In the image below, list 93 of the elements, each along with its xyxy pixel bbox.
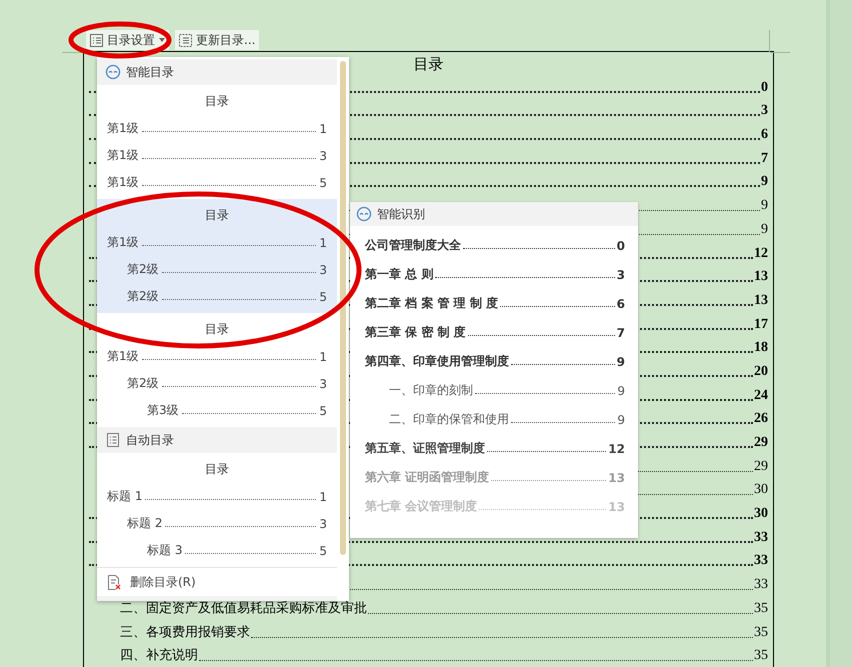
section-header: 智能目录: [126, 64, 174, 80]
page-number: 33: [754, 553, 768, 570]
toc-entry: 三、各项费用报销要求: [120, 624, 250, 640]
page-number: 7: [616, 326, 625, 340]
preview-entry: 第1级: [107, 348, 139, 365]
page-number: 18: [754, 340, 768, 356]
section-header: 自动目录: [126, 432, 174, 448]
toc-style-option[interactable]: 目录 标题 1 1 标题 2 3 标题 3 5: [97, 453, 337, 567]
page-number: 3: [319, 148, 327, 162]
page-number: 0: [761, 80, 768, 96]
page-number: 3: [616, 268, 625, 282]
toc-entry: 二、印章的保管和使用: [389, 411, 509, 428]
list-icon: [179, 34, 192, 46]
page-number: 7: [761, 150, 768, 167]
preview-entry: 标题 2: [127, 515, 162, 532]
toc-entry: 一、印章的刻制: [389, 382, 473, 399]
page-number: 3: [319, 376, 327, 390]
document-title: 目录: [414, 54, 444, 75]
preview-entry: 第2级: [127, 375, 159, 392]
page-number: 6: [616, 296, 625, 310]
toc-entry: 第七章 会议管理制度: [365, 498, 478, 515]
page-number: 13: [608, 500, 625, 514]
page-number: 0: [616, 238, 625, 252]
page-number: 3: [319, 516, 327, 530]
toc-entry: 第一章 总 则: [365, 266, 434, 283]
toolbar-button[interactable]: 更新目录...: [175, 30, 260, 50]
page-number: 35: [754, 648, 768, 664]
toc-entry: 第三章 保 密 制 度: [365, 324, 466, 341]
preview-entry: 第1级: [107, 120, 139, 137]
page-number: 9: [761, 198, 768, 214]
preview-entry: 第1级: [107, 147, 139, 164]
delete-document-icon: [106, 574, 122, 590]
page-number: 5: [319, 176, 327, 190]
page-number: 9: [761, 174, 768, 190]
preview-entry: 第2级: [127, 261, 159, 278]
smart-icon: [356, 206, 372, 222]
page-number: 5: [319, 544, 327, 558]
page-number: 20: [754, 364, 768, 380]
page-number: 29: [754, 435, 768, 451]
preview-entry: 第2级: [127, 288, 159, 305]
list-icon: [90, 34, 103, 46]
toc-entry: 第二章 档 案 管 理 制 度: [365, 295, 498, 312]
page-number: 17: [754, 316, 768, 333]
page-number: 3: [319, 262, 327, 276]
page-number: 30: [754, 506, 768, 522]
preview-heading: 目录: [205, 93, 229, 110]
page-number: 24: [754, 388, 768, 404]
page-number: 33: [754, 577, 768, 594]
preview-entry: 第1级: [107, 174, 139, 191]
page-number: 35: [754, 624, 768, 640]
page-number: 3: [761, 103, 768, 120]
page-number: 12: [754, 246, 768, 262]
toolbar-button[interactable]: 目录设置: [86, 30, 169, 50]
page-number: 33: [754, 530, 768, 546]
page-number: 13: [754, 269, 768, 286]
toc-entry: 第四章、印章使用管理制度: [365, 353, 509, 370]
page-number: 35: [754, 600, 768, 617]
page-number: 13: [608, 470, 625, 484]
page-number: 12: [608, 442, 625, 456]
toc-style-option[interactable]: 目录 第1级 1 第2级 3 第2级 5: [97, 199, 337, 313]
scrollbar[interactable]: [340, 61, 346, 555]
page-number: 9: [617, 384, 625, 398]
page-number: 5: [319, 290, 327, 304]
list-icon: [105, 432, 121, 448]
preview-heading: 目录: [205, 461, 229, 478]
page-number: 9: [761, 222, 768, 238]
preview-entry: 第1级: [107, 234, 139, 251]
page-number: 9: [617, 412, 625, 426]
preview-heading: 目录: [205, 321, 229, 338]
page-number: 1: [319, 236, 327, 250]
page-number: 13: [754, 292, 768, 309]
page-number: 1: [319, 122, 327, 136]
preview-entry: 第3级: [147, 402, 179, 419]
page-number: 1: [319, 350, 327, 364]
toc-style-option[interactable]: 目录 第1级 1 第2级 3 第3级 5: [97, 313, 337, 427]
toc-entry: 二、固定资产及低值易耗品采购标准及审批: [120, 600, 367, 617]
page-number: 6: [761, 127, 768, 144]
panel-header: 智能识别: [377, 206, 425, 222]
page-number: 9: [616, 354, 625, 368]
page-number: 30: [754, 482, 768, 498]
toc-style-option[interactable]: 目录 第1级 1 第1级 3 第1级 5: [97, 85, 337, 199]
toc-entry: 第五章、证照管理制度: [365, 440, 485, 457]
preview-entry: 标题 1: [107, 488, 142, 505]
toc-entry: 公司管理制度大全: [365, 237, 461, 254]
preview-heading: 目录: [205, 207, 229, 224]
page-number: 29: [754, 458, 768, 475]
smart-icon: [105, 64, 121, 80]
page-number: 1: [319, 490, 327, 504]
page-number: 26: [754, 411, 768, 428]
page-number: 5: [319, 404, 327, 418]
toc-entry: 第六章 证明函管理制度: [365, 469, 490, 486]
preview-entry: 标题 3: [147, 542, 182, 559]
toc-entry: 四、补充说明: [120, 647, 198, 664]
